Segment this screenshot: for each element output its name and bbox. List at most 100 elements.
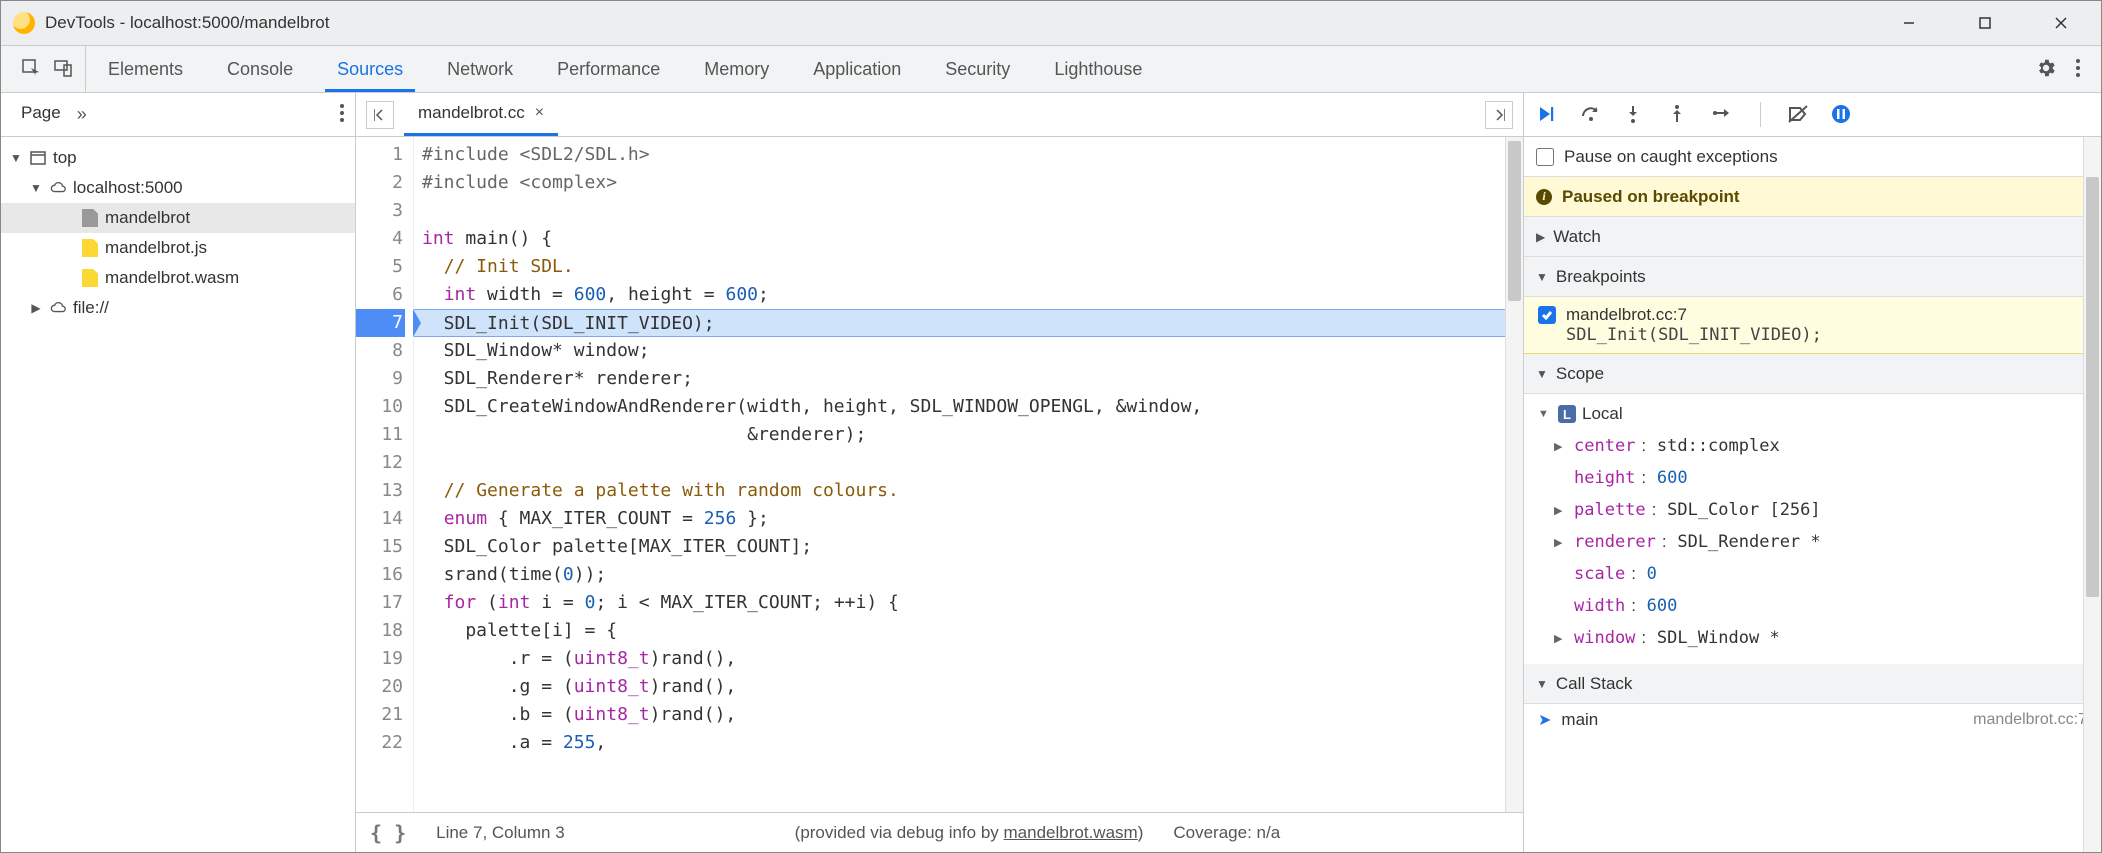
inspect-element-icon[interactable] — [21, 58, 41, 81]
code-line[interactable]: SDL_Renderer* renderer; — [414, 365, 1505, 393]
code-line[interactable]: // Generate a palette with random colour… — [414, 477, 1505, 505]
line-number[interactable]: 18 — [356, 617, 413, 645]
device-toolbar-icon[interactable] — [53, 58, 73, 81]
callstack-frame[interactable]: ➤ main mandelbrot.cc:7 — [1524, 704, 2101, 736]
callstack-section-header[interactable]: ▼Call Stack — [1524, 664, 2101, 704]
close-tab-icon[interactable]: × — [535, 104, 544, 122]
line-number[interactable]: 19 — [356, 645, 413, 673]
step-icon[interactable] — [1712, 104, 1734, 126]
line-number[interactable]: 20 — [356, 673, 413, 701]
code-line[interactable]: int main() { — [414, 225, 1505, 253]
scrollbar-thumb[interactable] — [1508, 141, 1521, 301]
breakpoint-checkbox[interactable] — [1538, 306, 1556, 324]
scope-variable[interactable]: ▶palette: SDL_Color [256] — [1554, 494, 2087, 526]
step-out-icon[interactable] — [1668, 104, 1690, 126]
settings-icon[interactable] — [2035, 57, 2057, 82]
close-button[interactable] — [2043, 9, 2079, 37]
tab-memory[interactable]: Memory — [682, 46, 791, 92]
line-number[interactable]: 7 — [356, 309, 413, 337]
tree-file-scheme[interactable]: ▶ file:// — [1, 293, 355, 323]
pretty-print-icon[interactable]: { } — [370, 821, 406, 845]
code-line[interactable]: srand(time(0)); — [414, 561, 1505, 589]
line-number[interactable]: 8 — [356, 337, 413, 365]
tree-file-mandelbrot[interactable]: mandelbrot — [1, 203, 355, 233]
navigator-menu-icon[interactable] — [339, 103, 345, 126]
line-number[interactable]: 1 — [356, 141, 413, 169]
scope-variable[interactable]: ▶center: std::complex — [1554, 430, 2087, 462]
code-line[interactable]: int width = 600, height = 600; — [414, 281, 1505, 309]
code-line[interactable]: .b = (uint8_t)rand(), — [414, 701, 1505, 729]
scope-variable[interactable]: height: 600 — [1554, 462, 2087, 494]
nav-forward-icon[interactable] — [1485, 101, 1513, 129]
line-number[interactable]: 11 — [356, 421, 413, 449]
code-line[interactable]: for (int i = 0; i < MAX_ITER_COUNT; ++i)… — [414, 589, 1505, 617]
scope-section-header[interactable]: ▼Scope — [1524, 354, 2101, 394]
maximize-button[interactable] — [1967, 9, 2003, 37]
scope-local[interactable]: ▼L Local — [1538, 398, 2087, 430]
code-line[interactable]: SDL_Init(SDL_INIT_VIDEO); — [414, 309, 1505, 337]
line-number[interactable]: 16 — [356, 561, 413, 589]
code-line[interactable]: SDL_Color palette[MAX_ITER_COUNT]; — [414, 533, 1505, 561]
line-number[interactable]: 21 — [356, 701, 413, 729]
code-line[interactable] — [414, 449, 1505, 477]
step-over-icon[interactable] — [1580, 104, 1602, 126]
tree-host[interactable]: ▼ localhost:5000 — [1, 173, 355, 203]
code-line[interactable]: .g = (uint8_t)rand(), — [414, 673, 1505, 701]
tree-file-mandelbrot-js[interactable]: mandelbrot.js — [1, 233, 355, 263]
line-number[interactable]: 3 — [356, 197, 413, 225]
code-line[interactable]: enum { MAX_ITER_COUNT = 256 }; — [414, 505, 1505, 533]
scope-variable[interactable]: ▶renderer: SDL_Renderer * — [1554, 526, 2087, 558]
deactivate-breakpoints-icon[interactable] — [1787, 104, 1809, 126]
tab-sources[interactable]: Sources — [315, 46, 425, 92]
pause-on-exceptions-icon[interactable] — [1831, 104, 1853, 126]
line-number[interactable]: 22 — [356, 729, 413, 757]
line-number[interactable]: 5 — [356, 253, 413, 281]
code-area[interactable]: #include <SDL2/SDL.h>#include <complex> i… — [414, 137, 1505, 812]
tab-lighthouse[interactable]: Lighthouse — [1032, 46, 1164, 92]
code-line[interactable]: SDL_CreateWindowAndRenderer(width, heigh… — [414, 393, 1505, 421]
pause-on-caught-checkbox[interactable]: Pause on caught exceptions — [1524, 137, 2101, 177]
debug-info-link[interactable]: mandelbrot.wasm — [1004, 823, 1138, 842]
line-gutter[interactable]: 12345678910111213141516171819202122 — [356, 137, 414, 812]
navigator-more-icon[interactable]: » — [77, 104, 87, 125]
resume-icon[interactable] — [1536, 104, 1558, 126]
code-line[interactable] — [414, 197, 1505, 225]
tab-elements[interactable]: Elements — [86, 46, 205, 92]
code-line[interactable]: // Init SDL. — [414, 253, 1505, 281]
line-number[interactable]: 14 — [356, 505, 413, 533]
line-number[interactable]: 17 — [356, 589, 413, 617]
tab-performance[interactable]: Performance — [535, 46, 682, 92]
code-line[interactable]: SDL_Window* window; — [414, 337, 1505, 365]
line-number[interactable]: 12 — [356, 449, 413, 477]
file-tab-mandelbrot[interactable]: mandelbrot.cc × — [404, 93, 558, 136]
line-number[interactable]: 9 — [356, 365, 413, 393]
scope-variable[interactable]: scale: 0 — [1554, 558, 2087, 590]
code-line[interactable]: #include <complex> — [414, 169, 1505, 197]
code-line[interactable]: .r = (uint8_t)rand(), — [414, 645, 1505, 673]
tree-file-mandelbrot-wasm[interactable]: mandelbrot.wasm — [1, 263, 355, 293]
navigator-tab-page[interactable]: Page — [11, 93, 71, 136]
line-number[interactable]: 10 — [356, 393, 413, 421]
code-line[interactable]: palette[i] = { — [414, 617, 1505, 645]
breakpoint-item[interactable]: mandelbrot.cc:7 SDL_Init(SDL_INIT_VIDEO)… — [1524, 297, 2101, 354]
line-number[interactable]: 4 — [356, 225, 413, 253]
nav-back-icon[interactable] — [366, 101, 394, 129]
breakpoints-section-header[interactable]: ▼Breakpoints — [1524, 257, 2101, 297]
tab-security[interactable]: Security — [923, 46, 1032, 92]
watch-section-header[interactable]: ▶Watch — [1524, 217, 2101, 257]
tree-top-frame[interactable]: ▼ top — [1, 143, 355, 173]
code-line[interactable]: &renderer); — [414, 421, 1505, 449]
tab-console[interactable]: Console — [205, 46, 315, 92]
editor[interactable]: 12345678910111213141516171819202122 #inc… — [356, 137, 1523, 812]
code-line[interactable]: #include <SDL2/SDL.h> — [414, 141, 1505, 169]
line-number[interactable]: 15 — [356, 533, 413, 561]
scope-variable[interactable]: width: 600 — [1554, 590, 2087, 622]
kebab-menu-icon[interactable] — [2075, 57, 2081, 82]
code-line[interactable]: .a = 255, — [414, 729, 1505, 757]
tab-application[interactable]: Application — [791, 46, 923, 92]
minimize-button[interactable] — [1891, 9, 1927, 37]
step-into-icon[interactable] — [1624, 104, 1646, 126]
line-number[interactable]: 13 — [356, 477, 413, 505]
pause-on-caught-input[interactable] — [1536, 148, 1554, 166]
scrollbar-thumb[interactable] — [2086, 177, 2099, 597]
